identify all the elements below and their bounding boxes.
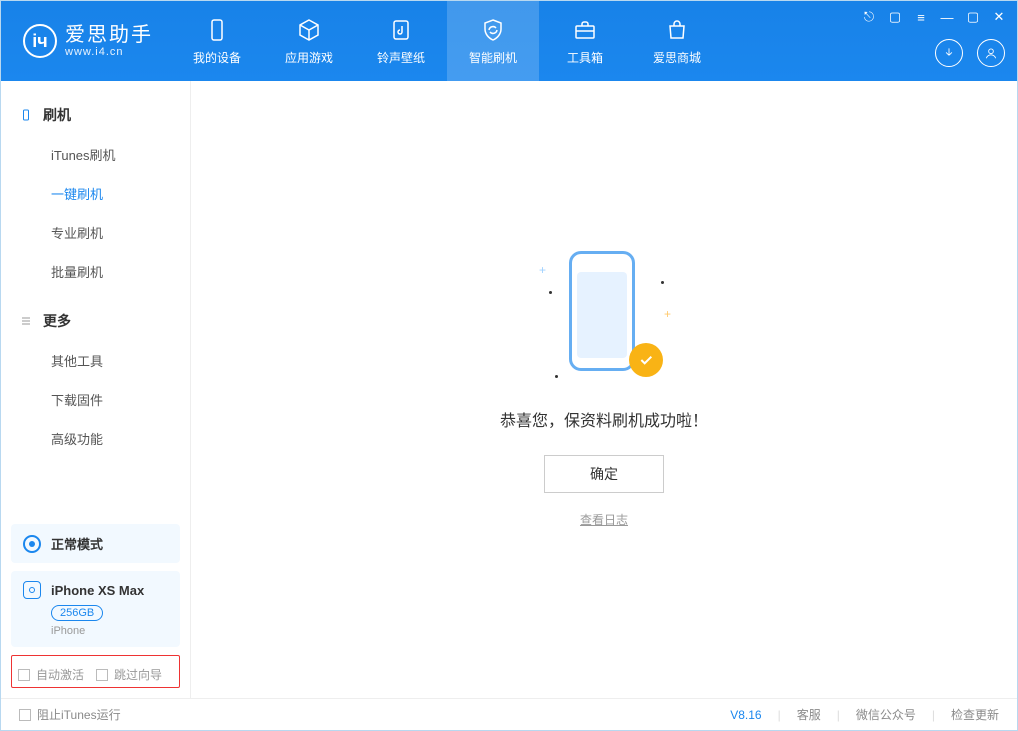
- checkbox-skip-guide[interactable]: 跳过向导: [96, 666, 162, 683]
- sparkle-icon: [661, 281, 665, 285]
- link-customer-service[interactable]: 客服: [797, 706, 821, 723]
- phone-icon: [204, 17, 230, 43]
- mode-label: 正常模式: [51, 534, 103, 553]
- device-icon: [23, 581, 41, 599]
- checkbox-auto-activate[interactable]: 自动激活: [18, 666, 84, 683]
- shield-refresh-icon: [480, 17, 506, 43]
- tshirt-icon[interactable]: ⎋: [861, 9, 877, 25]
- app-url: www.i4.cn: [65, 46, 153, 58]
- logo[interactable]: iч 爱思助手 www.i4.cn: [1, 1, 171, 81]
- bag-icon: [664, 17, 690, 43]
- view-log-link[interactable]: 查看日志: [580, 511, 628, 528]
- music-file-icon: [388, 17, 414, 43]
- device-storage: 256GB: [51, 605, 103, 621]
- confirm-button[interactable]: 确定: [544, 455, 664, 493]
- app-name: 爱思助手: [65, 24, 153, 46]
- cube-icon: [296, 17, 322, 43]
- version-label: V8.16: [730, 708, 761, 722]
- tab-store[interactable]: 爱思商城: [631, 1, 723, 81]
- tab-toolbox[interactable]: 工具箱: [539, 1, 631, 81]
- status-bar: 阻止iTunes运行 V8.16 | 客服 | 微信公众号 | 检查更新: [1, 698, 1017, 730]
- top-tabs: 我的设备 应用游戏 铃声壁纸 智能刷机 工具箱 爱思商城: [171, 1, 723, 81]
- plus-deco-icon: +: [664, 307, 671, 321]
- sidebar-item-itunes-flash[interactable]: iTunes刷机: [51, 135, 190, 174]
- device-box[interactable]: iPhone XS Max 256GB iPhone: [11, 571, 180, 647]
- phone-illustration-icon: [569, 251, 635, 371]
- device-name: iPhone XS Max: [51, 583, 144, 598]
- lock-icon[interactable]: ▢: [887, 9, 903, 25]
- mode-dot-icon: [23, 535, 41, 553]
- list-icon: [19, 314, 33, 328]
- tab-smart-flash[interactable]: 智能刷机: [447, 1, 539, 81]
- header-actions: [935, 39, 1005, 67]
- checkbox-block-itunes[interactable]: 阻止iTunes运行: [19, 706, 121, 723]
- sidebar-item-batch-flash[interactable]: 批量刷机: [51, 252, 190, 291]
- sparkle-icon: [549, 291, 553, 295]
- sidebar-category-flash: 刷机: [1, 99, 190, 135]
- minimize-button[interactable]: —: [939, 9, 955, 25]
- sidebar-item-one-click-flash[interactable]: 一键刷机: [51, 174, 190, 213]
- logo-icon: iч: [23, 24, 57, 58]
- success-message: 恭喜您，保资料刷机成功啦！: [500, 407, 708, 431]
- sidebar-item-other-tools[interactable]: 其他工具: [51, 341, 190, 380]
- menu-icon[interactable]: ≡: [913, 9, 929, 25]
- close-button[interactable]: ✕: [991, 9, 1007, 25]
- check-badge-icon: [629, 343, 663, 377]
- device-small-icon: [19, 108, 33, 122]
- maximize-button[interactable]: ▢: [965, 9, 981, 25]
- sidebar-item-advanced[interactable]: 高级功能: [51, 419, 190, 458]
- download-button[interactable]: [935, 39, 963, 67]
- header: iч 爱思助手 www.i4.cn 我的设备 应用游戏 铃声壁纸 智能刷机 工具…: [1, 1, 1017, 81]
- plus-deco-icon: +: [539, 263, 546, 277]
- link-wechat[interactable]: 微信公众号: [856, 706, 916, 723]
- tab-ringtone-wallpaper[interactable]: 铃声壁纸: [355, 1, 447, 81]
- sidebar-category-more: 更多: [1, 305, 190, 341]
- success-illustration: + +: [549, 251, 659, 381]
- user-button[interactable]: [977, 39, 1005, 67]
- briefcase-icon: [572, 17, 598, 43]
- device-type: iPhone: [51, 625, 168, 637]
- sidebar-item-pro-flash[interactable]: 专业刷机: [51, 213, 190, 252]
- mode-box[interactable]: 正常模式: [11, 524, 180, 563]
- sparkle-icon: [555, 375, 559, 379]
- tab-apps-games[interactable]: 应用游戏: [263, 1, 355, 81]
- window-controls: ⎋ ▢ ≡ — ▢ ✕: [861, 9, 1007, 25]
- link-check-update[interactable]: 检查更新: [951, 706, 999, 723]
- highlighted-checkbox-row: 自动激活 跳过向导: [11, 655, 180, 688]
- tab-my-device[interactable]: 我的设备: [171, 1, 263, 81]
- sidebar-item-download-firmware[interactable]: 下载固件: [51, 380, 190, 419]
- sidebar: 刷机 iTunes刷机 一键刷机 专业刷机 批量刷机 更多 其他工具 下载固件 …: [1, 81, 191, 698]
- content-area: + + 恭喜您，保资料刷机成功啦！ 确定 查看日志: [191, 81, 1017, 698]
